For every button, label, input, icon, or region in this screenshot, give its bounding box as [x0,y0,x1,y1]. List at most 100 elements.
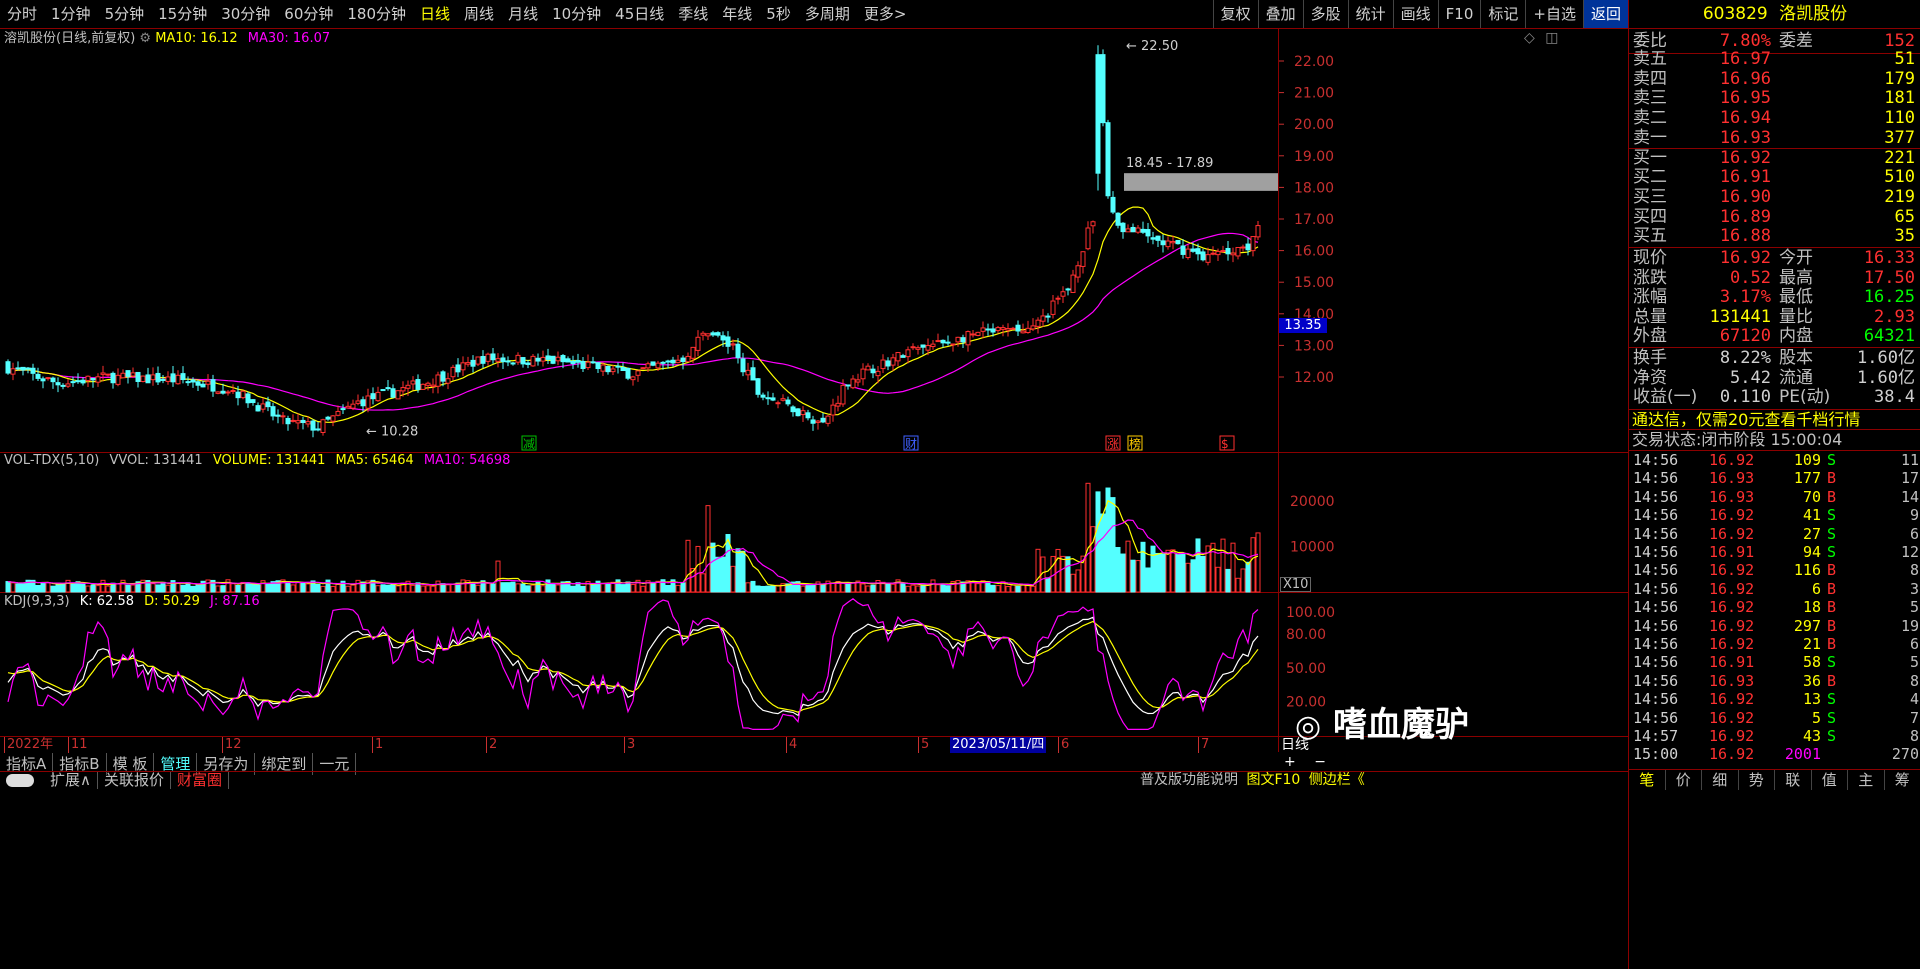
candle-body [555,356,561,362]
candle-body [690,346,696,359]
kdj-d-label: D: 50.29 [144,594,200,609]
candle-body [535,357,541,362]
tick-volume: 70 [1802,487,1821,506]
candle-body [945,341,951,344]
candle-body [520,357,526,365]
volume-bar [590,584,596,593]
volume-bar [215,585,221,593]
vol-ma10-label: MA10: 54698 [423,453,511,468]
quote-tab-6[interactable]: 主 [1848,770,1885,790]
bid-row[interactable]: 买五 16.88 35 [1629,226,1920,246]
candle-body [855,379,861,383]
candle-body [915,347,921,350]
level-price: 16.95 [1719,88,1771,109]
candle-body [685,355,691,363]
quote-tab-5[interactable]: 值 [1812,770,1848,790]
extension-tab-0[interactable]: 扩展∧ [44,772,98,789]
volume-bar [1240,568,1246,593]
candle-body [1065,288,1071,291]
volume-bar [845,582,851,593]
tick-row: 14:56 16.93 70 B 14 [1629,488,1920,506]
toggle-switch[interactable] [6,774,34,787]
volume-bar [1135,560,1141,593]
extension-tab-1[interactable]: 关联报价 [98,772,171,789]
ask-row[interactable]: 卖三 16.95 181 [1629,88,1920,108]
candle-body [1100,54,1106,124]
volume-bar [375,585,381,593]
candle-body [145,374,151,384]
quote-tab-4[interactable]: 联 [1775,770,1812,790]
ask-row[interactable]: 卖四 16.96 179 [1629,69,1920,89]
candle-body [270,406,276,417]
candle-body [975,331,981,336]
extension-tab-2[interactable]: 财富圈 [171,772,230,789]
volume-bar [1225,568,1231,593]
candle-body [790,406,796,413]
candle-body [960,337,966,343]
f10-link[interactable]: 图文F10 [1246,772,1300,788]
volume-bar [205,579,211,593]
tick-time: 14:57 [1633,727,1679,745]
volume-bar [1215,566,1221,593]
candle-body [965,331,971,346]
tick-price: 16.92 [1709,451,1755,469]
volume-bar [1185,562,1191,593]
volume-bar [260,580,266,593]
candle-body [360,399,366,407]
candle-body [1045,315,1051,318]
tick-time: 14:56 [1633,690,1679,709]
candle-body [860,368,866,380]
quote-tab-0[interactable]: 笔 [1629,770,1666,790]
volume-bar [860,583,866,593]
ask-row[interactable]: 卖五 16.97 51 [1629,49,1920,69]
candle-body [125,370,131,377]
level-label: 买一 [1633,147,1667,168]
level-label: 卖一 [1633,127,1667,148]
volume-bar [680,582,686,593]
candle-body [330,415,336,422]
quote-tab-1[interactable]: 价 [1666,770,1702,790]
tick-side: B [1827,616,1837,635]
ask-row[interactable]: 卖一 16.93 377 [1629,127,1920,149]
sidebar-toggle[interactable]: 侧边栏《 [1309,772,1365,788]
volume-bar [445,584,451,593]
bid-row[interactable]: 买一 16.92 221 [1629,148,1920,168]
bid-row[interactable]: 买三 16.90 219 [1629,187,1920,207]
volume-bar [740,550,746,593]
candle-body [210,379,216,392]
bid-row[interactable]: 买四 16.89 65 [1629,207,1920,227]
trade-status: 交易状态:闭市阶段 15:00:04 [1629,429,1920,450]
level-label: 买五 [1633,226,1667,247]
volume-bar [710,542,716,593]
volume-bar [420,585,426,593]
stat-label: 换手 [1633,348,1667,368]
candle-body [680,357,686,363]
x-axis-label: 7 [1198,737,1209,753]
candle-body [1085,227,1091,250]
candle-body [645,363,651,369]
candle-body [905,349,911,358]
candle-body [1220,250,1226,253]
quote-tab-3[interactable]: 势 [1739,770,1775,790]
candle-body [345,405,351,409]
candle-body [510,362,516,365]
volume-bar [15,583,21,593]
volume-bar [5,581,11,593]
candle-body [655,362,661,369]
ask-row[interactable]: 卖二 16.94 110 [1629,108,1920,128]
volume-bar [475,584,481,593]
price-tick-label: 12.00 [1294,370,1334,386]
stat-label: 总量 [1633,306,1667,327]
tick-row: 14:56 16.93 36 B 8 [1629,672,1920,690]
quote-tab-2[interactable]: 细 [1702,770,1739,790]
stat-label: 最高 [1779,267,1813,288]
help-link[interactable]: 普及版功能说明 [1140,772,1238,788]
bid-row[interactable]: 买二 16.91 510 [1629,167,1920,187]
volume-bar [750,580,756,593]
promo-banner[interactable]: 通达信，仅需20元查看千档行情 [1629,409,1920,430]
tick-volume: 18 [1802,598,1821,617]
candle-body [240,390,246,399]
quote-tab-7[interactable]: 筹 [1885,770,1920,790]
candle-body [780,398,786,401]
tick-count: 270 [1891,745,1919,764]
